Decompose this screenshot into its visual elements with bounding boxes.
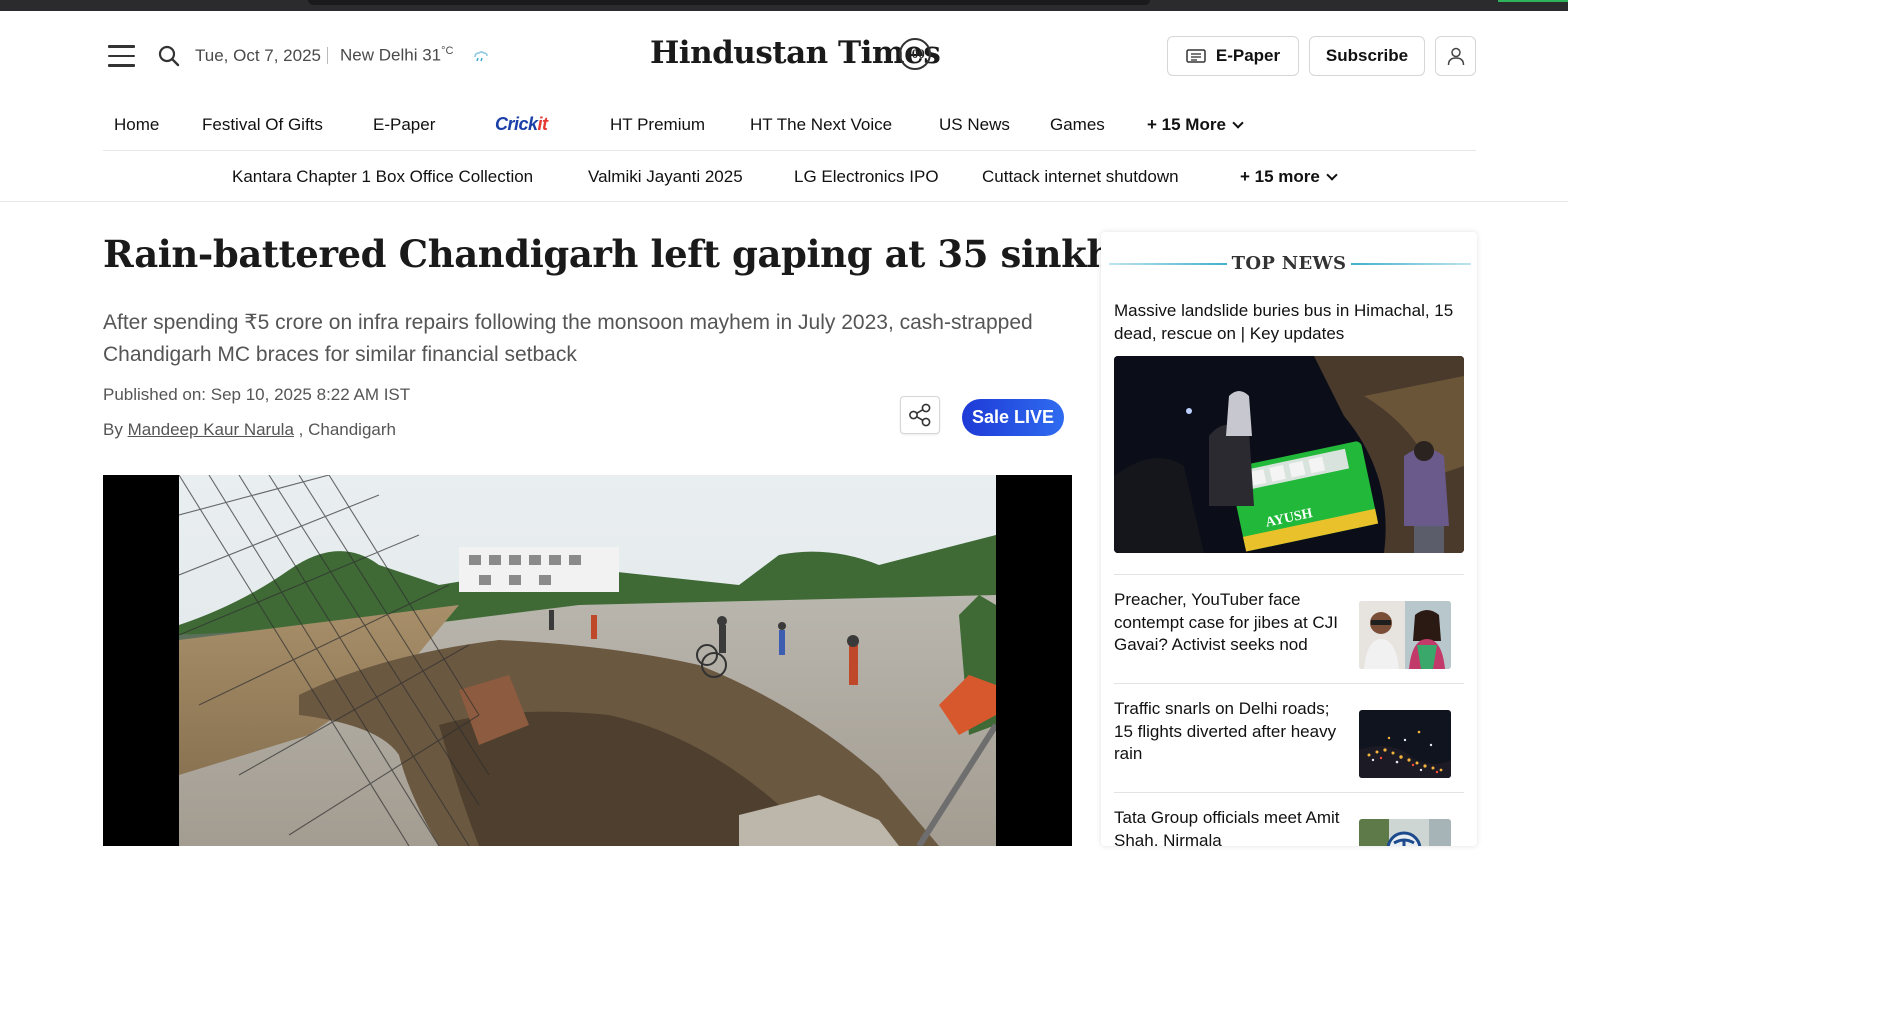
weather-unit: °C xyxy=(441,45,454,57)
chevron-down-icon xyxy=(1326,169,1338,181)
author-link[interactable]: Mandeep Kaur Narula xyxy=(128,420,294,439)
sale-live-button[interactable]: Sale LIVE xyxy=(962,399,1064,436)
news-item[interactable]: Tata Group officials meet Amit Shah, Nir… xyxy=(1114,792,1464,846)
news-item[interactable]: Traffic snarls on Delhi roads; 15 flight… xyxy=(1114,683,1464,793)
subscribe-button[interactable]: Subscribe xyxy=(1309,36,1425,76)
site-logo[interactable]: Hindustan Times xyxy=(650,35,941,71)
news-item-title: Preacher, YouTuber face contempt case fo… xyxy=(1114,590,1338,654)
search-icon[interactable] xyxy=(157,44,181,68)
lead-story-image[interactable]: AYUSH xyxy=(1114,356,1464,553)
nav-item-ht-next-voice[interactable]: HT The Next Voice xyxy=(750,115,892,135)
weather-info: New Delhi 31°C xyxy=(340,45,453,66)
user-account-button[interactable] xyxy=(1435,36,1476,76)
byline-prefix: By xyxy=(103,420,123,439)
news-item-title: Tata Group officials meet Amit Shah, Nir… xyxy=(1114,808,1340,846)
sinkhole-photo xyxy=(179,475,996,846)
share-button[interactable] xyxy=(900,396,940,434)
crickit-logo-it: it xyxy=(537,114,549,134)
trending-item-valmiki[interactable]: Valmiki Jayanti 2025 xyxy=(588,167,743,187)
logo-centenary-badge: 100 xyxy=(899,38,931,70)
trending-item-lg-ipo[interactable]: LG Electronics IPO xyxy=(794,167,939,187)
news-item-thumbnail xyxy=(1359,710,1451,778)
byline: By Mandeep Kaur Narula , Chandigarh xyxy=(103,420,396,440)
header-rule-right xyxy=(1351,263,1471,265)
article-hero-image[interactable] xyxy=(103,475,1072,846)
browser-top-strip xyxy=(0,0,1568,11)
trending-item-kantara[interactable]: Kantara Chapter 1 Box Office Collection xyxy=(232,167,533,187)
share-icon xyxy=(909,403,931,427)
weather-temp: 31 xyxy=(422,45,442,65)
article-summary: After spending ₹5 crore on infra repairs… xyxy=(103,311,1033,366)
primary-nav: Home Festival Of Gifts E-Paper Crickit H… xyxy=(103,101,1476,151)
cloud-rain-icon xyxy=(472,49,488,62)
nav-more-label: + 15 More xyxy=(1147,115,1226,134)
current-date: Tue, Oct 7, 2025 xyxy=(195,46,321,65)
nav-item-games[interactable]: Games xyxy=(1050,115,1105,135)
trending-more-dropdown[interactable]: + 15 more xyxy=(1240,167,1338,187)
trending-more-label: + 15 more xyxy=(1240,167,1320,186)
nav-more-dropdown[interactable]: + 15 More xyxy=(1147,115,1244,135)
menu-icon[interactable] xyxy=(108,45,135,67)
browser-accent xyxy=(1498,0,1568,2)
chevron-down-icon xyxy=(1232,117,1244,129)
nav-item-home[interactable]: Home xyxy=(114,115,159,135)
published-date: Published on: Sep 10, 2025 8:22 AM IST xyxy=(103,385,411,404)
divider xyxy=(327,47,328,64)
weather-city: New Delhi xyxy=(340,45,418,65)
user-icon xyxy=(1447,47,1464,66)
nav-item-us-news[interactable]: US News xyxy=(939,115,1010,135)
nav-item-epaper[interactable]: E-Paper xyxy=(373,115,435,135)
trending-nav: Kantara Chapter 1 Box Office Collection … xyxy=(0,152,1568,202)
top-news-header: TOP NEWS xyxy=(1101,252,1477,276)
nav-item-crickit[interactable]: Crickit xyxy=(495,114,548,135)
nav-item-festival-of-gifts[interactable]: Festival Of Gifts xyxy=(202,115,323,135)
top-news-sidebar: TOP NEWS Massive landslide buries bus in… xyxy=(1101,232,1477,846)
news-item-thumbnail xyxy=(1359,601,1451,669)
crickit-logo-text: Crick xyxy=(495,114,538,134)
epaper-button-label: E-Paper xyxy=(1215,46,1281,65)
site-header: Tue, Oct 7, 2025 New Delhi 31°C Hindusta… xyxy=(0,11,1568,101)
epaper-button[interactable]: E-Paper xyxy=(1167,36,1299,76)
browser-tab-bar xyxy=(308,0,1150,5)
news-item[interactable]: Preacher, YouTuber face contempt case fo… xyxy=(1114,574,1464,684)
lead-story-title[interactable]: Massive landslide buries bus in Himachal… xyxy=(1114,300,1464,345)
news-item-title: Traffic snarls on Delhi roads; 15 flight… xyxy=(1114,699,1337,763)
article-headline: Rain-battered Chandigarh left gaping at … xyxy=(103,232,1195,276)
nav-item-ht-premium[interactable]: HT Premium xyxy=(610,115,705,135)
byline-location: , Chandigarh xyxy=(298,420,396,439)
news-item-thumbnail xyxy=(1359,819,1451,846)
newspaper-icon xyxy=(1186,49,1206,63)
trending-item-cuttack[interactable]: Cuttack internet shutdown xyxy=(982,167,1179,187)
